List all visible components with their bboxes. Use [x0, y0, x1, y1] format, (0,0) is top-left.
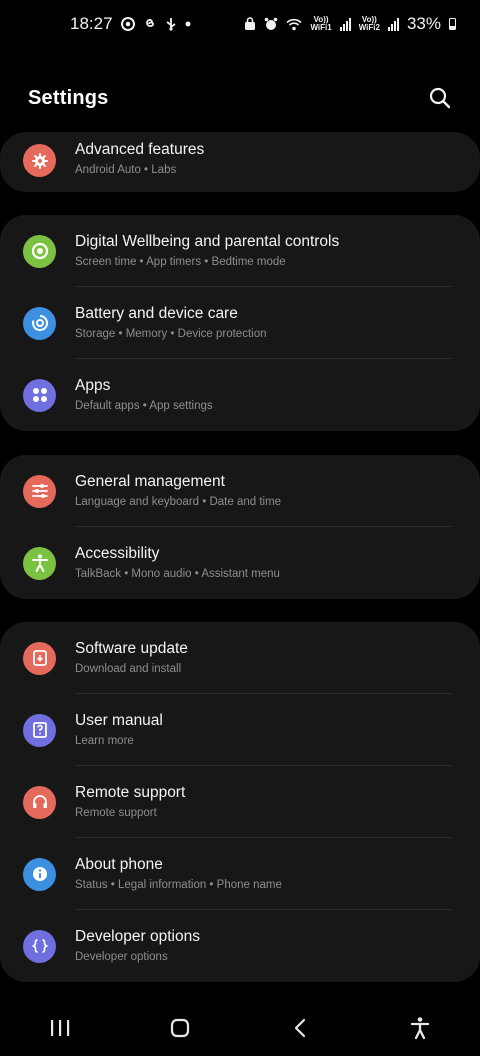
- settings-item-battery-device-care[interactable]: Battery and device care Storage • Memory…: [0, 287, 480, 359]
- vpn-lock-icon: [244, 17, 256, 31]
- recents-icon: [51, 1020, 70, 1036]
- settings-group-support: Software update Download and install Use…: [0, 622, 480, 982]
- developer-braces-icon: [23, 929, 56, 963]
- chrome-notification-icon: [120, 17, 135, 31]
- item-title: Advanced features: [75, 141, 205, 158]
- item-title: Software update: [75, 640, 188, 657]
- item-subtitle: Screen time • App timers • Bedtime mode: [75, 256, 286, 268]
- item-title: Digital Wellbeing and parental controls: [75, 233, 340, 250]
- item-title: General management: [75, 473, 225, 490]
- threads-notification-icon: [143, 17, 157, 31]
- alarm-icon: [264, 17, 278, 31]
- navigation-bar: [0, 1000, 480, 1056]
- search-icon: [429, 87, 451, 109]
- wellbeing-icon: [23, 234, 56, 268]
- device-care-icon: [23, 306, 56, 340]
- settings-group-general: General management Language and keyboard…: [0, 455, 480, 599]
- item-subtitle: Android Auto • Labs: [75, 164, 177, 176]
- settings-group-advanced: Advanced features Android Auto • Labs: [0, 132, 480, 192]
- wifi-icon: [286, 18, 302, 31]
- settings-item-user-manual[interactable]: User manual Learn more: [0, 694, 480, 766]
- item-title: About phone: [75, 856, 163, 873]
- item-title: Developer options: [75, 928, 200, 945]
- sim2-signal-icon: [387, 17, 399, 31]
- item-subtitle: Remote support: [75, 807, 157, 819]
- more-notifications-dot-icon: [185, 21, 191, 27]
- item-subtitle: Storage • Memory • Device protection: [75, 328, 267, 340]
- status-bar: 18:27 Vo)) WiFi1 Vo)) WiFi2 33%: [0, 0, 480, 48]
- item-title: Apps: [75, 377, 111, 394]
- back-icon: [294, 1018, 306, 1038]
- item-subtitle: Learn more: [75, 735, 134, 747]
- settings-item-advanced-features[interactable]: Advanced features Android Auto • Labs: [0, 138, 480, 188]
- page-title: Settings: [28, 86, 109, 109]
- item-subtitle: TalkBack • Mono audio • Assistant menu: [75, 568, 280, 580]
- software-update-icon: [23, 641, 56, 675]
- advanced-features-icon: [23, 144, 56, 177]
- back-button[interactable]: [270, 1006, 330, 1050]
- item-subtitle: Download and install: [75, 663, 182, 675]
- home-icon: [170, 1018, 190, 1038]
- accessibility-shortcut-icon: [410, 1017, 430, 1040]
- status-right: Vo)) WiFi1 Vo)) WiFi2 33%: [244, 14, 456, 34]
- info-icon: [23, 857, 56, 891]
- home-button[interactable]: [150, 1006, 210, 1050]
- battery-icon: [449, 18, 456, 30]
- item-title: Battery and device care: [75, 305, 238, 322]
- settings-item-accessibility[interactable]: Accessibility TalkBack • Mono audio • As…: [0, 527, 480, 599]
- headset-icon: [23, 785, 56, 819]
- apps-icon: [23, 378, 56, 412]
- accessibility-icon: [23, 546, 56, 580]
- sim1-signal-icon: [339, 17, 351, 31]
- sim2-volte-icon: Vo)) WiFi2: [358, 15, 380, 32]
- settings-group-wellbeing: Digital Wellbeing and parental controls …: [0, 215, 480, 431]
- settings-screen: 18:27 Vo)) WiFi1 Vo)) WiFi2 33% Settings…: [0, 0, 480, 1056]
- recents-button[interactable]: [30, 1006, 90, 1050]
- settings-header: Settings: [0, 78, 480, 118]
- accessibility-shortcut-button[interactable]: [390, 1006, 450, 1050]
- item-title: Remote support: [75, 784, 186, 801]
- settings-item-remote-support[interactable]: Remote support Remote support: [0, 766, 480, 838]
- battery-percent: 33%: [406, 14, 441, 33]
- item-title: Accessibility: [75, 545, 160, 562]
- settings-item-apps[interactable]: Apps Default apps • App settings: [0, 359, 480, 431]
- search-button[interactable]: [424, 82, 456, 114]
- item-title: User manual: [75, 712, 163, 729]
- item-subtitle: Default apps • App settings: [75, 400, 213, 412]
- settings-item-about-phone[interactable]: About phone Status • Legal information •…: [0, 838, 480, 910]
- sliders-icon: [23, 474, 56, 508]
- settings-item-digital-wellbeing[interactable]: Digital Wellbeing and parental controls …: [0, 215, 480, 287]
- item-subtitle: Status • Legal information • Phone name: [75, 879, 282, 891]
- settings-item-general-management[interactable]: General management Language and keyboard…: [0, 455, 480, 527]
- user-manual-icon: [23, 713, 56, 747]
- status-left: 18:27: [70, 14, 191, 34]
- item-subtitle: Language and keyboard • Date and time: [75, 496, 282, 508]
- status-time: 18:27: [70, 14, 113, 33]
- sim1-volte-icon: Vo)) WiFi1: [310, 15, 332, 32]
- settings-item-software-update[interactable]: Software update Download and install: [0, 622, 480, 694]
- settings-item-developer-options[interactable]: Developer options Developer options: [0, 910, 480, 982]
- usb-notification-icon: [165, 17, 177, 31]
- item-subtitle: Developer options: [75, 951, 168, 963]
